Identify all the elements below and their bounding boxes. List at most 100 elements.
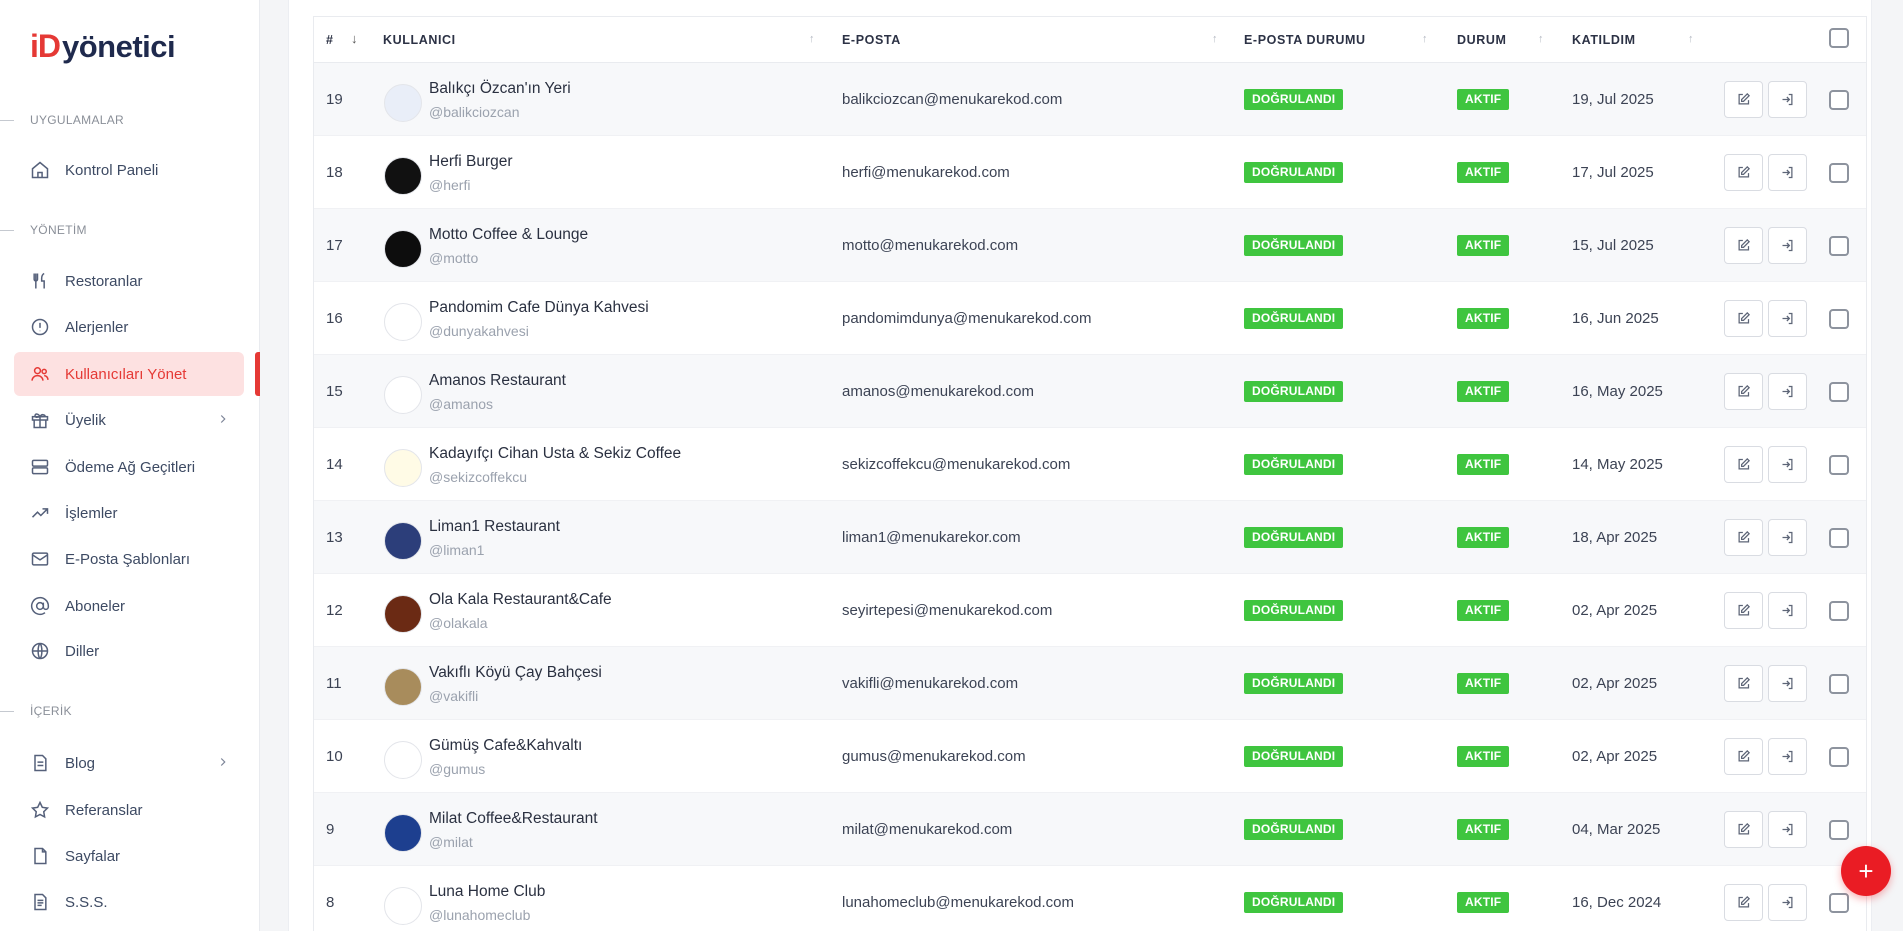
select-all-checkbox[interactable] (1829, 28, 1849, 48)
user-name[interactable]: Balıkçı Özcan'ın Yeri (429, 80, 571, 98)
sidebar-item-blog[interactable]: Blog (14, 741, 244, 785)
joined-date: 04, Mar 2025 (1572, 821, 1661, 838)
joined-date: 02, Apr 2025 (1572, 602, 1658, 619)
col-joined[interactable]: KATILDIM (1572, 17, 1636, 63)
user-name[interactable]: Kadayıfçı Cihan Usta & Sekiz Coffee (429, 445, 681, 463)
sidebar-item-restaurants[interactable]: Restoranlar (14, 259, 244, 303)
edit-button[interactable] (1724, 665, 1763, 702)
login-as-button[interactable] (1768, 811, 1807, 848)
status-badge: AKTIF (1457, 381, 1510, 402)
sort-desc-icon[interactable]: ↓ (351, 31, 358, 46)
sort-icon[interactable]: ↑ (1212, 33, 1218, 45)
user-name[interactable]: Amanos Restaurant (429, 372, 566, 390)
login-as-button[interactable] (1768, 300, 1807, 337)
sidebar-item-label: Kullanıcıları Yönet (65, 365, 187, 383)
col-email-status[interactable]: E-POSTA DURUMU (1244, 17, 1366, 63)
edit-button[interactable] (1724, 300, 1763, 337)
row-checkbox[interactable] (1829, 382, 1849, 402)
edit-button[interactable] (1724, 738, 1763, 775)
user-name[interactable]: Motto Coffee & Lounge (429, 226, 588, 244)
row-checkbox[interactable] (1829, 455, 1849, 475)
sidebar-item-faq[interactable]: S.S.S. (14, 880, 244, 924)
mail-icon (29, 548, 51, 570)
row-checkbox[interactable] (1829, 309, 1849, 329)
sidebar-item-pages[interactable]: Sayfalar (14, 834, 244, 878)
col-num[interactable]: # (326, 17, 334, 63)
sidebar-item-label: Restoranlar (65, 272, 143, 290)
sidebar-item-dashboard[interactable]: Kontrol Paneli (14, 148, 244, 192)
chevron-right-icon (220, 758, 226, 766)
login-icon (1780, 895, 1795, 910)
logo[interactable]: iD yönetici (30, 28, 176, 64)
user-name[interactable]: Milat Coffee&Restaurant (429, 810, 598, 828)
user-email: liman1@menukarekor.com (842, 529, 1021, 546)
sort-icon[interactable]: ↑ (1538, 33, 1544, 45)
sidebar-item-email-templates[interactable]: E-Posta Şablonları (14, 537, 244, 581)
row-checkbox[interactable] (1829, 236, 1849, 256)
row-id: 13 (326, 529, 343, 546)
edit-icon (1736, 749, 1751, 764)
sidebar-item-transactions[interactable]: İşlemler (14, 491, 244, 535)
email-status-badge: DOĞRULANDI (1244, 892, 1344, 913)
gift-icon (29, 409, 51, 431)
login-as-button[interactable] (1768, 446, 1807, 483)
row-id: 10 (326, 748, 343, 765)
sidebar-item-payment-gateways[interactable]: Ödeme Ağ Geçitleri (14, 445, 244, 489)
user-name[interactable]: Ola Kala Restaurant&Cafe (429, 591, 612, 609)
col-user[interactable]: KULLANICI (383, 17, 456, 63)
user-email: sekizcoffekcu@menukarekod.com (842, 456, 1071, 473)
login-as-button[interactable] (1768, 884, 1807, 921)
login-as-button[interactable] (1768, 227, 1807, 264)
sidebar-item-subscribers[interactable]: Aboneler (14, 584, 244, 628)
status-badge: AKTIF (1457, 162, 1510, 183)
edit-button[interactable] (1724, 373, 1763, 410)
edit-button[interactable] (1724, 154, 1763, 191)
user-name[interactable]: Pandomim Cafe Dünya Kahvesi (429, 299, 649, 317)
sidebar-item-allergens[interactable]: Alerjenler (14, 305, 244, 349)
user-name[interactable]: Vakıflı Köyü Çay Bahçesi (429, 664, 602, 682)
edit-button[interactable] (1724, 884, 1763, 921)
row-id: 8 (326, 894, 335, 911)
row-checkbox[interactable] (1829, 90, 1849, 110)
user-name[interactable]: Gümüş Cafe&Kahvaltı (429, 737, 582, 755)
sort-icon[interactable]: ↑ (809, 33, 815, 45)
user-name[interactable]: Liman1 Restaurant (429, 518, 560, 536)
row-checkbox[interactable] (1829, 601, 1849, 621)
login-as-button[interactable] (1768, 738, 1807, 775)
col-email[interactable]: E-POSTA (842, 17, 901, 63)
edit-button[interactable] (1724, 81, 1763, 118)
sidebar-item-manage-users[interactable]: Kullanıcıları Yönet (14, 352, 244, 396)
login-as-button[interactable] (1768, 154, 1807, 191)
globe-icon (29, 640, 51, 662)
sidebar-item-references[interactable]: Referanslar (14, 788, 244, 832)
login-as-button[interactable] (1768, 665, 1807, 702)
login-as-button[interactable] (1768, 373, 1807, 410)
sidebar-item-languages[interactable]: Diller (14, 629, 244, 673)
sort-icon[interactable]: ↑ (1688, 33, 1694, 45)
edit-button[interactable] (1724, 446, 1763, 483)
edit-button[interactable] (1724, 592, 1763, 629)
row-checkbox[interactable] (1829, 674, 1849, 694)
edit-button[interactable] (1724, 811, 1763, 848)
col-status[interactable]: DURUM (1457, 17, 1507, 63)
add-user-button[interactable]: + (1841, 846, 1891, 896)
row-checkbox[interactable] (1829, 820, 1849, 840)
joined-date: 14, May 2025 (1572, 456, 1663, 473)
row-checkbox[interactable] (1829, 893, 1849, 913)
login-as-button[interactable] (1768, 519, 1807, 556)
user-name[interactable]: Herfi Burger (429, 153, 513, 171)
login-as-button[interactable] (1768, 592, 1807, 629)
user-name[interactable]: Luna Home Club (429, 883, 545, 901)
row-checkbox[interactable] (1829, 747, 1849, 767)
edit-button[interactable] (1724, 227, 1763, 264)
login-icon (1780, 822, 1795, 837)
row-checkbox[interactable] (1829, 528, 1849, 548)
edit-icon (1736, 92, 1751, 107)
row-checkbox[interactable] (1829, 163, 1849, 183)
login-as-button[interactable] (1768, 81, 1807, 118)
section-label-management: YÖNETİM (0, 223, 87, 237)
row-id: 15 (326, 383, 343, 400)
sidebar-item-membership[interactable]: Üyelik (14, 398, 244, 442)
edit-button[interactable] (1724, 519, 1763, 556)
sort-icon[interactable]: ↑ (1422, 33, 1428, 45)
